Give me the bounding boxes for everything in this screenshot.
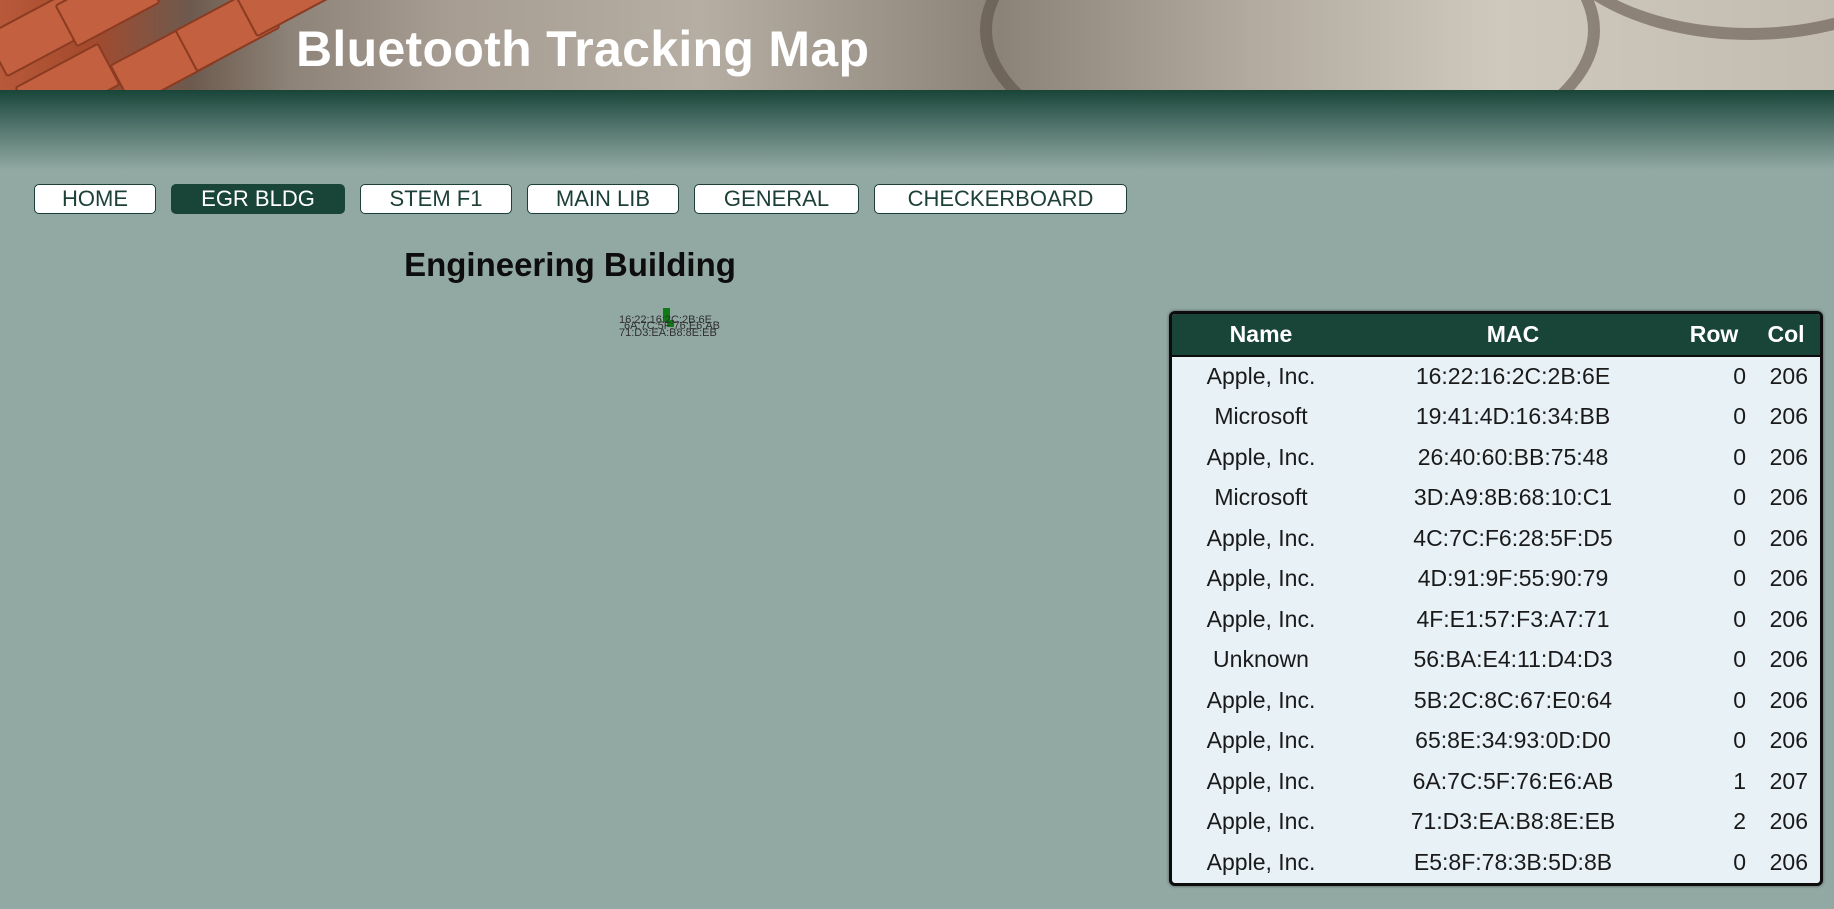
cell-mac: 3D:A9:8B:68:10:C1 — [1413, 484, 1613, 511]
table-row: Apple, Inc. 71:D3:EA:B8:8E:EB 2 206 — [1172, 802, 1820, 843]
cell-col: 206 — [1769, 565, 1808, 592]
cell-col: 206 — [1769, 403, 1808, 430]
cell-name: Apple, Inc. — [1206, 605, 1316, 632]
nav-stem-f1-button[interactable]: STEM F1 — [360, 184, 512, 214]
cell-row: 0 — [1733, 565, 1746, 592]
cell-col: 206 — [1769, 484, 1808, 511]
cell-col: 206 — [1769, 848, 1808, 875]
device-mac-label: 71:D3:EA:B8:8E:EB — [619, 327, 717, 339]
cell-mac: 65:8E:34:93:0D:D0 — [1415, 727, 1611, 754]
cell-row: 0 — [1733, 646, 1746, 673]
cell-mac: 4D:91:9F:55:90:79 — [1417, 565, 1609, 592]
cell-mac: 4C:7C:F6:28:5F:D5 — [1413, 524, 1613, 551]
cell-row: 0 — [1733, 605, 1746, 632]
cell-name: Apple, Inc. — [1206, 767, 1316, 794]
cell-col: 206 — [1769, 605, 1808, 632]
page-title: Bluetooth Tracking Map — [296, 21, 870, 77]
cell-name: Apple, Inc. — [1206, 848, 1316, 875]
cell-row: 2 — [1733, 808, 1746, 835]
cell-name: Apple, Inc. — [1206, 443, 1316, 470]
cell-mac: 16:22:16:2C:2B:6E — [1415, 363, 1611, 390]
cell-row: 0 — [1733, 363, 1746, 390]
map-title: Engineering Building — [404, 246, 736, 283]
cell-col: 206 — [1769, 363, 1808, 390]
cell-row: 0 — [1733, 727, 1746, 754]
table-header-row: Name MAC Row Col — [1172, 314, 1820, 357]
table-row: Unknown 56:BA:E4:11:D4:D3 0 206 — [1172, 640, 1820, 681]
nav-general-button[interactable]: GENERAL — [694, 184, 859, 214]
device-table: Name MAC Row Col Apple, Inc. 16:22:16:2C… — [1172, 314, 1820, 883]
cell-mac: 5B:2C:8C:67:E0:64 — [1413, 686, 1613, 713]
table-row: Apple, Inc. 4F:E1:57:F3:A7:71 0 206 — [1172, 599, 1820, 640]
cell-col: 207 — [1769, 767, 1808, 794]
table-row: Apple, Inc. 65:8E:34:93:0D:D0 0 206 — [1172, 721, 1820, 762]
cell-row: 0 — [1733, 524, 1746, 551]
table-row: Apple, Inc. 16:22:16:2C:2B:6E 0 206 — [1172, 356, 1820, 397]
banner-arc — [980, 0, 1600, 90]
nav-main-lib-button[interactable]: MAIN LIB — [527, 184, 679, 214]
cell-mac: E5:8F:78:3B:5D:8B — [1413, 848, 1613, 875]
column-header-col: Col — [1752, 314, 1820, 357]
table-row: Apple, Inc. 4D:91:9F:55:90:79 0 206 — [1172, 559, 1820, 600]
header-banner: Bluetooth Tracking Map — [0, 0, 1834, 90]
cell-col: 206 — [1769, 524, 1808, 551]
cell-name: Apple, Inc. — [1206, 565, 1316, 592]
cell-row: 1 — [1733, 767, 1746, 794]
cell-mac: 26:40:60:BB:75:48 — [1417, 443, 1609, 470]
cell-row: 0 — [1733, 686, 1746, 713]
cell-name: Apple, Inc. — [1206, 727, 1316, 754]
cell-col: 206 — [1769, 727, 1808, 754]
column-header-name: Name — [1172, 314, 1350, 357]
cell-name: Microsoft — [1214, 484, 1308, 511]
nav-egr-bldg-button[interactable]: EGR BLDG — [171, 184, 345, 214]
cell-mac: 71:D3:EA:B8:8E:EB — [1410, 808, 1616, 835]
cell-col: 206 — [1769, 686, 1808, 713]
table-row: Microsoft 19:41:4D:16:34:BB 0 206 — [1172, 397, 1820, 438]
device-table-panel: Name MAC Row Col Apple, Inc. 16:22:16:2C… — [1169, 311, 1823, 886]
table-row: Apple, Inc. 6A:7C:5F:76:E6:AB 1 207 — [1172, 761, 1820, 802]
cell-name: Unknown — [1213, 646, 1309, 673]
nav-home-button[interactable]: HOME — [34, 184, 156, 214]
cell-mac: 19:41:4D:16:34:BB — [1415, 403, 1611, 430]
cell-mac: 6A:7C:5F:76:E6:AB — [1412, 767, 1614, 794]
column-header-row: Row — [1676, 314, 1752, 357]
cell-row: 0 — [1733, 443, 1746, 470]
column-header-mac: MAC — [1350, 314, 1676, 357]
cell-row: 0 — [1733, 484, 1746, 511]
cell-name: Apple, Inc. — [1206, 524, 1316, 551]
cell-col: 206 — [1769, 646, 1808, 673]
table-row: Apple, Inc. 5B:2C:8C:67:E0:64 0 206 — [1172, 680, 1820, 721]
table-row: Apple, Inc. 4C:7C:F6:28:5F:D5 0 206 — [1172, 518, 1820, 559]
table-row: Apple, Inc. 26:40:60:BB:75:48 0 206 — [1172, 437, 1820, 478]
nav-checkerboard-button[interactable]: CHECKERBOARD — [874, 184, 1127, 214]
table-row: Microsoft 3D:A9:8B:68:10:C1 0 206 — [1172, 478, 1820, 519]
cell-name: Microsoft — [1214, 403, 1308, 430]
cell-col: 206 — [1769, 808, 1808, 835]
cell-col: 206 — [1769, 443, 1808, 470]
cell-name: Apple, Inc. — [1206, 686, 1316, 713]
header-band — [0, 90, 1834, 170]
table-row: Apple, Inc. E5:8F:78:3B:5D:8B 0 206 — [1172, 842, 1820, 883]
cell-row: 0 — [1733, 848, 1746, 875]
cell-row: 0 — [1733, 403, 1746, 430]
cell-name: Apple, Inc. — [1206, 363, 1316, 390]
cell-name: Apple, Inc. — [1206, 808, 1316, 835]
cell-mac: 4F:E1:57:F3:A7:71 — [1416, 605, 1610, 632]
cell-mac: 56:BA:E4:11:D4:D3 — [1413, 646, 1613, 673]
tracking-map: 16:22:16:2C:2B:6E 6A:7C:5F:76:E6:AB 71:D… — [600, 300, 760, 350]
